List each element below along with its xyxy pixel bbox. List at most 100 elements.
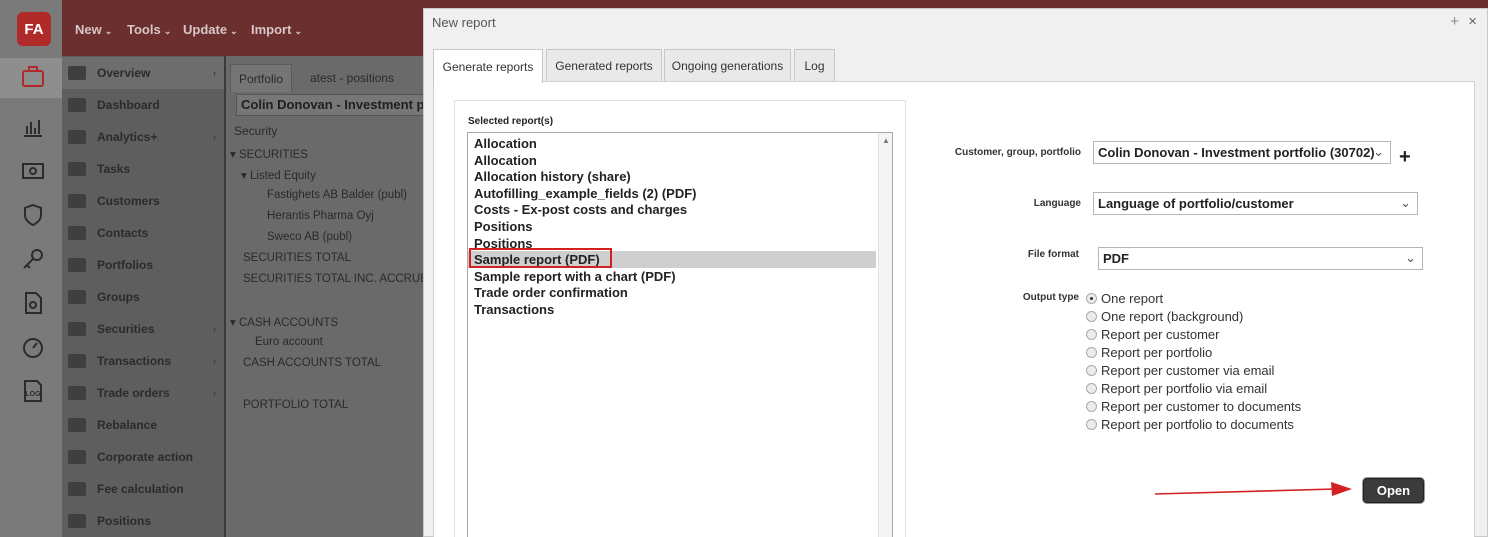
chevron-down-icon: ⌄ <box>1373 144 1384 159</box>
output-type-option[interactable]: Report per customer <box>1086 325 1220 343</box>
sidebar-item-rebalance[interactable]: Rebalance <box>62 409 224 441</box>
report-item[interactable]: Sample report with a chart (PDF) <box>468 268 876 285</box>
menu-import[interactable]: Import ⌄ <box>251 22 302 37</box>
reports-listbox[interactable]: Allocation Allocation Allocation history… <box>467 132 893 537</box>
tab-log[interactable]: Log <box>794 49 835 82</box>
radio-icon[interactable] <box>1086 346 1097 358</box>
svg-text:LOG: LOG <box>25 391 41 398</box>
output-type-option[interactable]: Report per portfolio to documents <box>1086 415 1294 433</box>
tab-generate-reports[interactable]: Generate reports <box>433 49 543 83</box>
dialog-tabs: Generate reports Generated reports Ongoi… <box>433 49 1475 83</box>
gauge-icon[interactable] <box>20 334 46 360</box>
briefcase-icon[interactable] <box>20 64 46 90</box>
add-icon[interactable]: + <box>1399 146 1411 169</box>
fa-logo[interactable]: FA <box>17 12 51 46</box>
report-item[interactable]: Costs - Ex-post costs and charges <box>468 201 876 218</box>
key-icon[interactable] <box>20 246 46 272</box>
position-row: Euro account <box>255 336 323 348</box>
icon-rail: FA LOG <box>0 0 62 537</box>
output-type-label: Output type <box>1022 292 1079 303</box>
sidebar-item-securities[interactable]: Securities › <box>62 313 224 345</box>
file-format-label: File format <box>1027 249 1079 260</box>
report-item[interactable]: Trade order confirmation <box>468 284 876 301</box>
position-row: ▾ Listed Equity <box>241 170 316 182</box>
menu-new[interactable]: New ⌄ <box>75 22 112 37</box>
open-button[interactable]: Open <box>1363 478 1424 503</box>
position-row: Sweco AB (publ) <box>267 231 353 243</box>
radio-icon[interactable] <box>1086 310 1097 322</box>
portfolio-pane: Portfolio atest - positions Colin Donova… <box>226 56 436 537</box>
dialog-title: New report <box>432 15 496 30</box>
position-row: CASH ACCOUNTS TOTAL <box>243 357 382 369</box>
selected-reports-panel: Selected report(s) Allocation Allocation… <box>454 100 906 537</box>
customer-select[interactable]: Colin Donovan - Investment portfolio (30… <box>1093 141 1391 164</box>
chevron-down-icon: ⌄ <box>1400 195 1411 210</box>
language-select[interactable]: Language of portfolio/customer ⌄ <box>1093 192 1418 215</box>
sidebar-item-analytics[interactable]: Analytics+ › <box>62 121 224 153</box>
customer-label: Customer, group, portfolio <box>954 147 1081 158</box>
sidebar-item-overview[interactable]: Overview › <box>62 57 224 89</box>
output-type-option[interactable]: Report per portfolio via email <box>1086 379 1267 397</box>
output-type-option[interactable]: Report per customer to documents <box>1086 397 1301 415</box>
shield-icon[interactable] <box>20 202 46 228</box>
position-row: Fastighets AB Balder (publ) <box>267 189 407 201</box>
money-icon[interactable] <box>20 158 46 184</box>
output-type-option[interactable]: Report per customer via email <box>1086 361 1274 379</box>
portfolio-select[interactable]: Colin Donovan - Investment portfolio (30… <box>236 94 436 116</box>
sidebar-item-corporate-action[interactable]: Corporate action <box>62 441 224 473</box>
position-row: ▾ SECURITIES <box>230 149 308 161</box>
sidebar-item-dashboard[interactable]: Dashboard <box>62 89 224 121</box>
sidebar-item-portfolios[interactable]: Portfolios <box>62 249 224 281</box>
report-item[interactable]: Transactions <box>468 301 876 318</box>
report-item[interactable]: Autofilling_example_fields (2) (PDF) <box>468 185 876 202</box>
report-item[interactable]: Allocation <box>468 152 876 169</box>
menu-tools[interactable]: Tools ⌄ <box>127 22 171 37</box>
report-item[interactable]: Allocation history (share) <box>468 168 876 185</box>
radio-icon[interactable] <box>1086 364 1097 376</box>
sidebar-item-transactions[interactable]: Transactions › <box>62 345 224 377</box>
position-row: SECURITIES TOTAL INC. ACCRUED <box>243 273 437 285</box>
sidebar-item-tasks[interactable]: Tasks <box>62 153 224 185</box>
language-label: Language <box>1033 198 1081 209</box>
position-row: SECURITIES TOTAL <box>243 252 351 264</box>
listbox-scrollbar[interactable]: ▲ <box>878 133 892 537</box>
radio-icon[interactable] <box>1086 328 1097 340</box>
radio-icon[interactable] <box>1086 418 1097 430</box>
report-item[interactable]: Allocation <box>468 135 876 152</box>
report-item[interactable]: Positions <box>468 235 876 252</box>
menu-update[interactable]: Update ⌄ <box>183 22 238 37</box>
sidebar-item-positions[interactable]: Positions <box>62 505 224 537</box>
sidebar-item-customers[interactable]: Customers <box>62 185 224 217</box>
file-format-select[interactable]: PDF ⌄ <box>1098 247 1423 270</box>
output-type-option[interactable]: Report per portfolio <box>1086 343 1212 361</box>
security-column-header: Security <box>234 124 278 138</box>
tab-portfolio[interactable]: Portfolio <box>230 64 293 92</box>
sidebar-item-trade-orders[interactable]: Trade orders › <box>62 377 224 409</box>
sidebar-item-groups[interactable]: Groups <box>62 281 224 313</box>
output-type-option[interactable]: One report (background) <box>1086 307 1243 325</box>
tab-atest-positions[interactable]: atest - positions <box>302 64 402 92</box>
tab-ongoing-generations[interactable]: Ongoing generations <box>664 49 791 82</box>
chart-icon[interactable] <box>20 114 46 140</box>
radio-selected-icon[interactable] <box>1086 292 1097 304</box>
chevron-down-icon: ⌄ <box>1405 250 1416 265</box>
document-icon[interactable] <box>20 290 46 316</box>
position-row: ▾ CASH ACCOUNTS <box>230 317 339 329</box>
report-item[interactable]: Positions <box>468 218 876 235</box>
report-item-selected[interactable]: Sample report (PDF) <box>468 251 876 268</box>
maximize-icon[interactable]: + <box>1450 13 1459 30</box>
radio-icon[interactable] <box>1086 400 1097 412</box>
selected-reports-label: Selected report(s) <box>468 116 554 127</box>
sidebar-item-contacts[interactable]: Contacts <box>62 217 224 249</box>
output-type-option[interactable]: One report <box>1086 289 1163 307</box>
new-report-dialog: New report + × Generate reports Generate… <box>423 8 1488 537</box>
generate-reports-panel: Selected report(s) Allocation Allocation… <box>433 81 1475 537</box>
position-row: Herantis Pharma Oyj <box>267 210 374 222</box>
close-icon[interactable]: × <box>1468 13 1477 30</box>
tab-generated-reports[interactable]: Generated reports <box>546 49 662 82</box>
sidebar-nav: Overview › Dashboard Analytics+ › Tasks Cu… <box>62 56 224 537</box>
sidebar-item-fee-calculation[interactable]: Fee calculation <box>62 473 224 505</box>
log-icon[interactable]: LOG <box>20 378 46 404</box>
scroll-up-icon[interactable]: ▲ <box>882 136 890 145</box>
radio-icon[interactable] <box>1086 382 1097 394</box>
